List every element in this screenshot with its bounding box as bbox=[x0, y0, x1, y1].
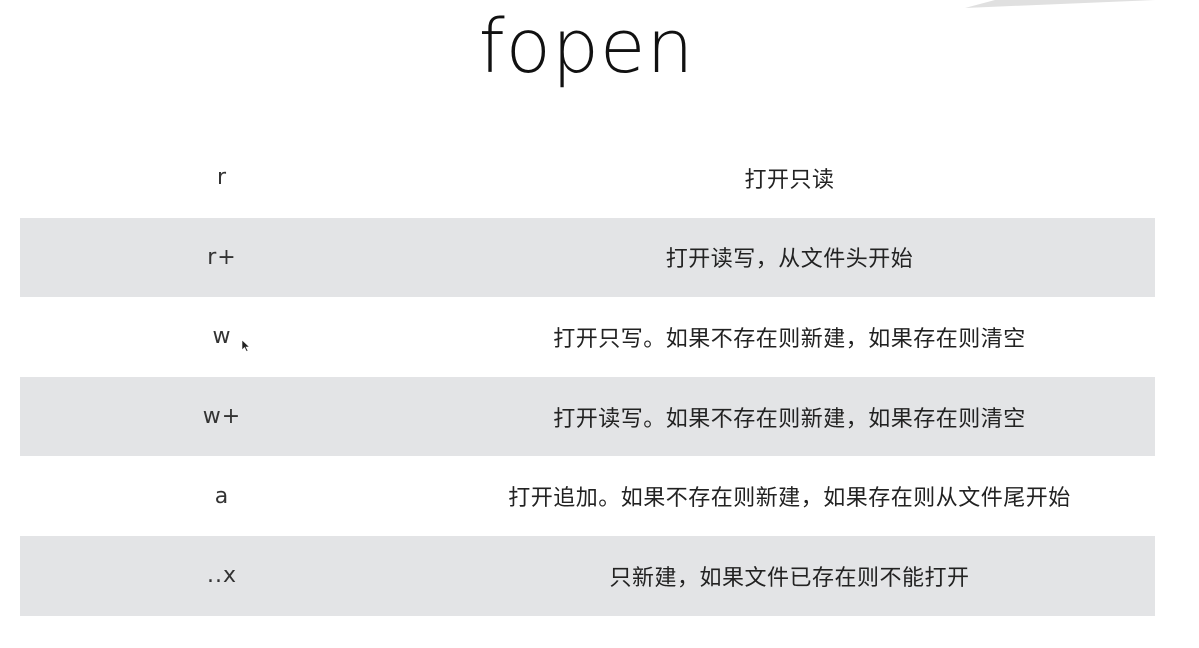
modes-table: r 打开只读 r+ 打开读写，从文件头开始 w 打开只写。如果不存在则新建，如果… bbox=[20, 138, 1155, 616]
page-title: fopen bbox=[478, 4, 695, 90]
table-row: w+ 打开读写。如果不存在则新建，如果存在则清空 bbox=[20, 376, 1155, 457]
table-row: a 打开追加。如果不存在则新建，如果存在则从文件尾开始 bbox=[20, 456, 1155, 536]
mode-cell: ..x bbox=[206, 563, 237, 589]
description-cell: 打开读写。如果不存在则新建，如果存在则清空 bbox=[553, 406, 1026, 432]
description-cell: 打开追加。如果不存在则新建，如果存在则从文件尾开始 bbox=[508, 486, 1071, 512]
description-cell: 打开只写。如果不存在则新建，如果存在则清空 bbox=[553, 326, 1026, 352]
table-row: r+ 打开读写，从文件头开始 bbox=[20, 217, 1155, 298]
table-row: r 打开只读 bbox=[20, 138, 1155, 218]
description-cell: 只新建，如果文件已存在则不能打开 bbox=[609, 565, 970, 591]
table-row: w 打开只写。如果不存在则新建，如果存在则清空 bbox=[20, 297, 1155, 377]
table-row: ..x 只新建，如果文件已存在则不能打开 bbox=[20, 535, 1155, 616]
mode-cell: w+ bbox=[202, 404, 242, 430]
mode-cell: w bbox=[212, 324, 232, 350]
description-cell: 打开只读 bbox=[744, 167, 835, 193]
description-cell: 打开读写，从文件头开始 bbox=[665, 247, 914, 273]
corner-decoration-icon bbox=[965, 0, 1155, 8]
mode-cell: r+ bbox=[207, 244, 237, 270]
mouse-cursor-icon bbox=[242, 340, 250, 352]
mode-cell: r bbox=[216, 165, 228, 191]
mode-cell: a bbox=[214, 483, 230, 509]
